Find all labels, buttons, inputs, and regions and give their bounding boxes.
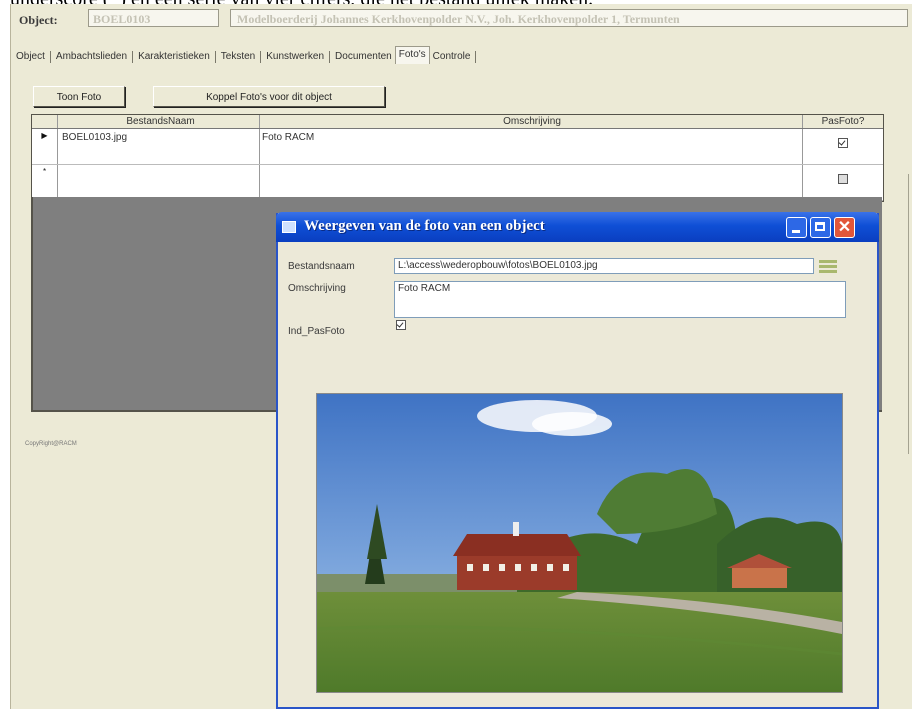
photo-grid: BestandsNaam Omschrijving PasFoto? ▶ BOE… — [31, 114, 884, 202]
column-header-omschrijving[interactable]: Omschrijving — [260, 115, 803, 128]
toon-foto-button[interactable]: Toon Foto — [33, 86, 125, 107]
copyright-text: CopyRight@RACM — [25, 441, 77, 447]
bestandsnaam-label: Bestandsnaam — [288, 261, 355, 272]
table-row[interactable]: * — [32, 165, 883, 201]
omschrijving-field[interactable]: Foto RACM — [394, 281, 846, 318]
koppel-fotos-button[interactable]: Koppel Foto's voor dit object — [153, 86, 385, 107]
tab-object[interactable]: Object — [13, 50, 48, 64]
tab-kunstwerken[interactable]: Kunstwerken — [263, 50, 327, 64]
close-icon[interactable]: ✕ — [834, 217, 855, 238]
new-record-icon: * — [42, 167, 47, 176]
cell-bestandsnaam[interactable]: BOEL0103.jpg — [58, 129, 260, 164]
bestandsnaam-field[interactable]: L:\access\wederopbouw\fotos\BOEL0103.jpg — [394, 258, 814, 274]
object-name-field[interactable]: Modelboerderij Johannes Kerkhovenpolder … — [230, 9, 908, 27]
column-header-bestandsnaam[interactable]: BestandsNaam — [58, 115, 260, 128]
form-scrollbar[interactable] — [908, 174, 912, 454]
tab-teksten[interactable]: Teksten — [218, 50, 258, 64]
form-icon — [282, 221, 296, 233]
tab-fotos[interactable]: Foto's — [394, 46, 430, 64]
pasfoto-checkbox[interactable] — [838, 174, 848, 184]
row-selector-header — [32, 115, 58, 128]
ind-pasfoto-checkbox[interactable] — [396, 320, 406, 330]
cell-omschrijving[interactable]: Foto RACM — [260, 129, 803, 164]
object-code-field[interactable]: BOEL0103 — [88, 9, 219, 27]
pasfoto-checkbox[interactable] — [838, 138, 848, 148]
tab-documenten[interactable]: Documenten — [332, 50, 395, 64]
cell-omschrijving[interactable] — [260, 165, 803, 200]
column-header-pasfoto[interactable]: PasFoto? — [803, 115, 883, 128]
minimize-icon[interactable] — [786, 217, 807, 238]
photo-dialog: Weergeven van de foto van een object ✕ B… — [276, 212, 879, 709]
object-label: Object: — [19, 13, 58, 27]
table-row[interactable]: ▶ BOEL0103.jpg Foto RACM — [32, 129, 883, 165]
ind-pasfoto-label: Ind_PasFoto — [288, 326, 345, 337]
object-photo — [316, 393, 843, 693]
maximize-icon[interactable] — [810, 217, 831, 238]
cell-bestandsnaam[interactable] — [58, 165, 260, 200]
omschrijving-label: Omschrijving — [288, 283, 346, 294]
current-record-icon: ▶ — [41, 131, 48, 140]
field-scroll-icon[interactable] — [819, 258, 837, 274]
dialog-title: Weergeven van de foto van een object — [304, 218, 545, 234]
grid-header: BestandsNaam Omschrijving PasFoto? — [32, 115, 883, 129]
dialog-titlebar[interactable]: Weergeven van de foto van een object ✕ — [276, 212, 879, 242]
tab-karakteristieken[interactable]: Karakteristieken — [135, 50, 213, 64]
tab-strip: Object Ambachtslieden Karakteristieken T… — [13, 46, 478, 64]
tab-controle[interactable]: Controle — [430, 50, 474, 64]
tab-ambachtslieden[interactable]: Ambachtslieden — [53, 50, 130, 64]
